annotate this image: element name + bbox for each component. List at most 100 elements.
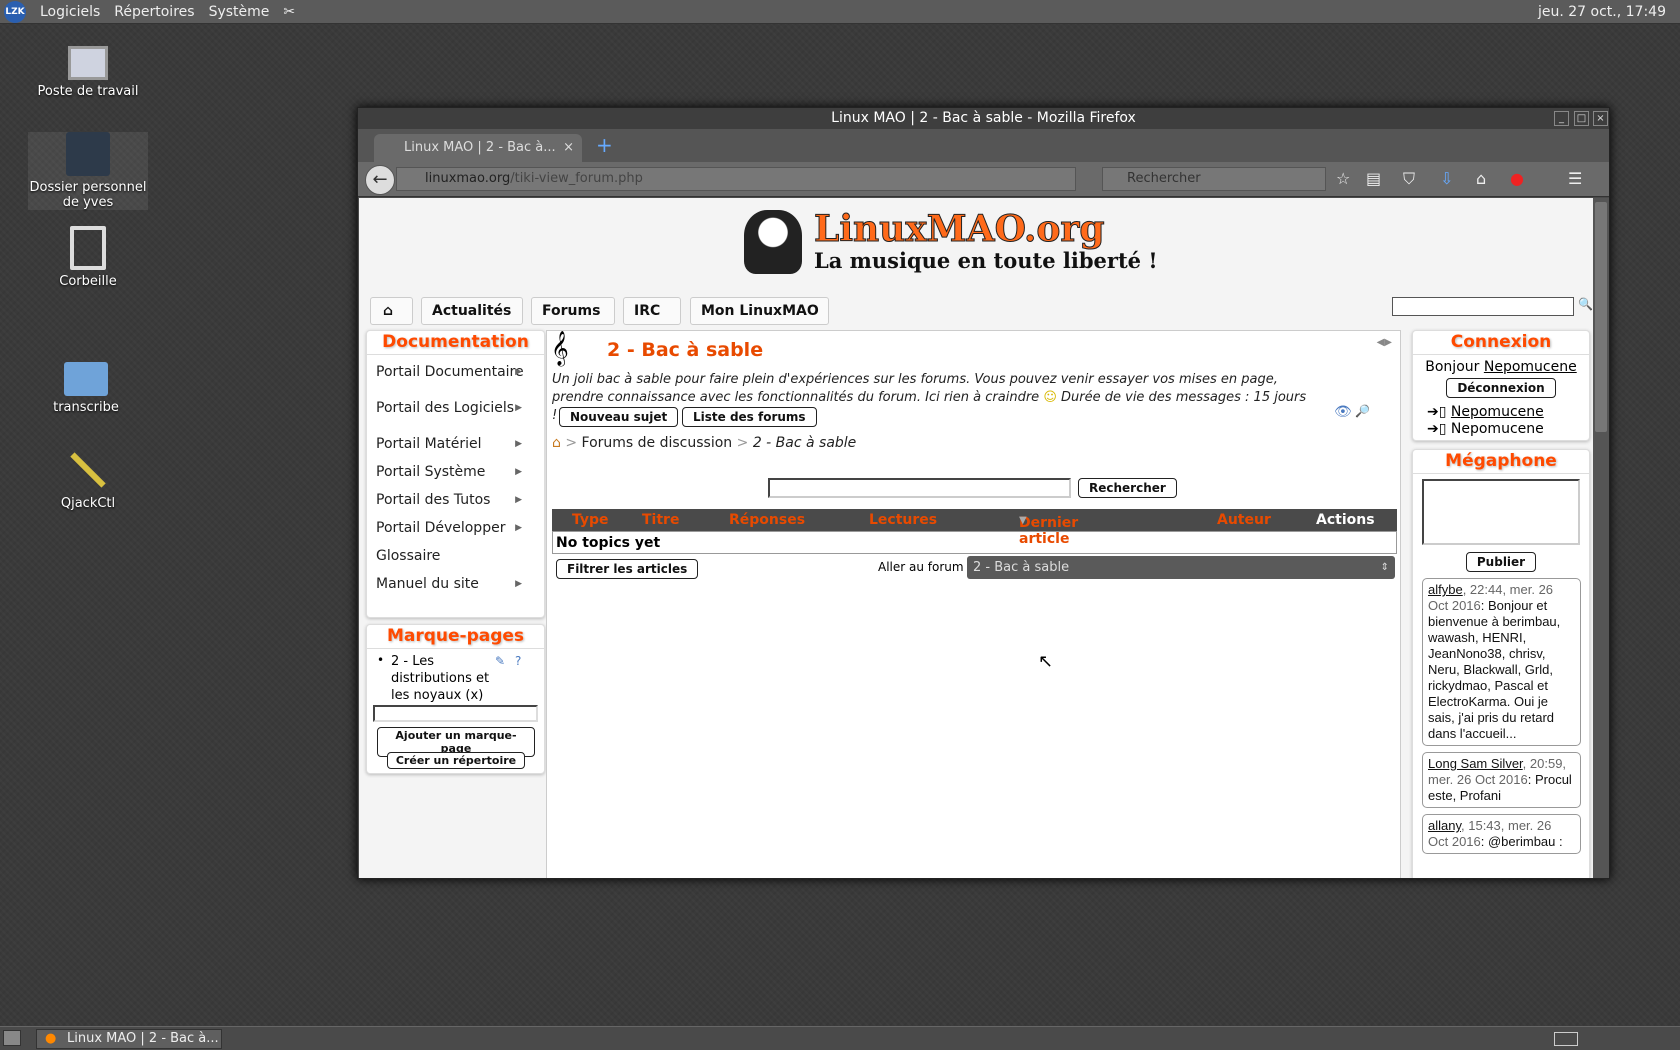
desktop-icon-home[interactable]: Dossier personnel de yves — [28, 132, 148, 210]
search-zoom-icon[interactable]: 🔎 — [1355, 404, 1370, 418]
bookmark-star-icon[interactable]: ☆ — [1336, 169, 1350, 188]
new-topic-label: Nouveau sujet — [559, 407, 679, 427]
bookmark-item[interactable]: 2 - Les distributions et les noyaux (x) — [391, 653, 491, 704]
menu-systeme[interactable]: Système — [209, 4, 270, 20]
desktop-icon-label: QjackCtl — [60, 496, 116, 511]
search-icon[interactable]: 🔍 — [1578, 297, 1593, 311]
watch-eye-icon[interactable]: 👁 — [1334, 404, 1352, 420]
forum-search-input[interactable] — [768, 478, 1071, 498]
menu-hamburger-icon[interactable]: ☰ — [1568, 169, 1582, 188]
forum-search-button[interactable]: Rechercher — [1078, 477, 1177, 498]
browser-search-input[interactable]: Rechercher — [1102, 167, 1326, 191]
menu-repertoires[interactable]: Répertoires — [114, 4, 194, 20]
megaphone-message: Long Sam Silver, 20:59, mer. 26 Oct 2016… — [1422, 752, 1581, 808]
task-label: Linux MAO | 2 - Bac à... — [67, 1031, 219, 1046]
col-type[interactable]: Type — [572, 512, 609, 528]
user-link[interactable]: Nepomucene — [1484, 359, 1577, 375]
distro-logo-icon[interactable]: LZK — [4, 0, 26, 23]
edit-icon[interactable]: ✎ — [495, 654, 505, 668]
nav-mon-linuxmao[interactable]: Mon LinuxMAO — [690, 297, 829, 325]
breadcrumb-forums[interactable]: Forums de discussion — [582, 435, 733, 451]
desktop-icon-label: Corbeille — [59, 274, 117, 289]
publish-label: Publier — [1465, 552, 1537, 572]
back-button[interactable]: ← — [365, 165, 395, 195]
minimize-button[interactable]: _ — [1554, 111, 1569, 126]
help-icon[interactable]: ? — [515, 654, 521, 668]
url-bar[interactable]: linuxmao.org/tiki-view_forum.php — [396, 167, 1076, 191]
sort-desc-icon: ▼ — [1019, 515, 1027, 526]
megaphone-message: alfybe, 22:44, mer. 26 Oct 2016: Bonjour… — [1422, 578, 1581, 746]
navigation-bar: ← linuxmao.org/tiki-view_forum.php Reche… — [358, 162, 1609, 197]
message-author[interactable]: allany — [1428, 818, 1461, 833]
doc-item-materiel[interactable]: Portail Matériel ▶ — [367, 436, 544, 452]
doc-item-systeme[interactable]: Portail Système ▶ — [367, 464, 544, 480]
message-author[interactable]: Long Sam Silver — [1428, 756, 1523, 771]
doc-item-glossaire[interactable]: Glossaire — [367, 548, 544, 564]
login-link-text: Nepomucene — [1450, 421, 1544, 437]
nav-actualites[interactable]: Actualités — [421, 297, 523, 325]
chevron-right-icon: ▶ — [515, 495, 522, 505]
workspace-switcher[interactable] — [1554, 1032, 1578, 1046]
pocket-icon[interactable]: ⛉ — [1403, 169, 1415, 189]
close-tab-icon[interactable]: × — [563, 134, 574, 162]
clock[interactable]: jeu. 27 oct., 17:49 — [1538, 4, 1666, 20]
doc-item-logiciels[interactable]: Portail des Logiciels ▶ — [367, 400, 544, 416]
desktop-icon-transcribe[interactable]: transcribe — [26, 362, 146, 415]
new-tab-button[interactable]: + — [596, 133, 613, 157]
documentation-title: Documentation — [367, 331, 544, 355]
site-search-input[interactable] — [1392, 297, 1574, 316]
chevron-right-icon: ▶ — [515, 403, 522, 413]
downloads-icon[interactable]: ⇩ — [1440, 169, 1453, 188]
message-author[interactable]: alfybe — [1428, 582, 1463, 597]
desktop-icon-computer[interactable]: Poste de travail — [28, 46, 148, 99]
desktop-icon-trash[interactable]: Corbeille — [28, 226, 148, 289]
doc-item-tutos[interactable]: Portail des Tutos ▶ — [367, 492, 544, 508]
doc-item-developper[interactable]: Portail Développer ▶ — [367, 520, 544, 536]
tools-icon[interactable]: ✂ — [283, 4, 295, 20]
megaphone-textarea[interactable] — [1422, 479, 1580, 545]
login-link[interactable]: Nepomucene — [1451, 404, 1544, 420]
bookmarks-title: Marque-pages — [367, 625, 544, 649]
show-desktop-icon[interactable] — [3, 1030, 21, 1046]
breadcrumb-current: 2 - Bac à sable — [752, 435, 857, 451]
page-scrollbar[interactable] — [1593, 198, 1609, 878]
maximize-button[interactable]: □ — [1574, 111, 1589, 126]
doc-item-manuel[interactable]: Manuel du site ▶ — [367, 576, 544, 592]
taskbar-firefox-item[interactable]: ● Linux MAO | 2 - Bac à... — [36, 1029, 222, 1049]
doc-item-documentaire[interactable]: Portail Documentaire ▶ — [367, 364, 544, 380]
treble-clef-icon: 𝄞 — [551, 331, 569, 366]
logout-button[interactable]: Déconnexion — [1413, 377, 1589, 398]
new-topic-button[interactable]: Nouveau sujet — [559, 406, 679, 427]
col-reponses[interactable]: Réponses — [729, 512, 805, 528]
desktop-icon-label: Poste de travail — [37, 84, 139, 99]
nav-irc[interactable]: IRC — [623, 297, 681, 325]
nav-home-button[interactable]: ⌂ — [370, 297, 413, 325]
menu-logiciels[interactable]: Logiciels — [40, 4, 100, 20]
tab-active[interactable]: Linux MAO | 2 - Bac à... × — [374, 134, 582, 162]
bookmarks-box: Marque-pages 2 - Les distributions et le… — [366, 624, 545, 774]
col-actions: Actions — [1316, 512, 1375, 528]
home-icon[interactable]: ⌂ — [1476, 169, 1486, 188]
create-folder-button[interactable]: Créer un répertoire — [377, 749, 535, 769]
nav-forums[interactable]: Forums — [531, 297, 615, 325]
filter-articles-button[interactable]: Filtrer les articles — [556, 558, 699, 579]
close-window-button[interactable]: × — [1593, 111, 1608, 126]
adblock-icon[interactable]: ● — [1510, 169, 1524, 188]
logo-subtitle: La musique en toute liberté ! — [814, 248, 1158, 273]
breadcrumb-separator: > — [565, 435, 578, 451]
goto-forum-select[interactable]: 2 - Bac à sable ⇕ — [967, 556, 1395, 579]
desktop-icon-qjackctl[interactable]: QjackCtl — [28, 448, 148, 511]
folder-icon — [64, 362, 108, 396]
col-auteur[interactable]: Auteur — [1217, 512, 1271, 528]
publish-button[interactable]: Publier — [1413, 551, 1589, 572]
site-logo[interactable]: LinuxMAO.org La musique en toute liberté… — [744, 208, 1214, 278]
bookmark-name-input[interactable] — [373, 705, 538, 722]
window-titlebar[interactable]: Linux MAO | 2 - Bac à sable - Mozilla Fi… — [358, 108, 1609, 129]
collapse-arrows-icon[interactable]: ◀▶ — [1377, 337, 1392, 348]
list-forums-button[interactable]: Liste des forums — [682, 406, 817, 427]
col-titre[interactable]: Titre — [642, 512, 679, 528]
home-icon[interactable]: ⌂ — [552, 435, 561, 451]
scrollbar-thumb[interactable] — [1595, 202, 1607, 432]
reading-list-icon[interactable]: ▤ — [1366, 169, 1381, 188]
col-lectures[interactable]: Lectures — [869, 512, 937, 528]
